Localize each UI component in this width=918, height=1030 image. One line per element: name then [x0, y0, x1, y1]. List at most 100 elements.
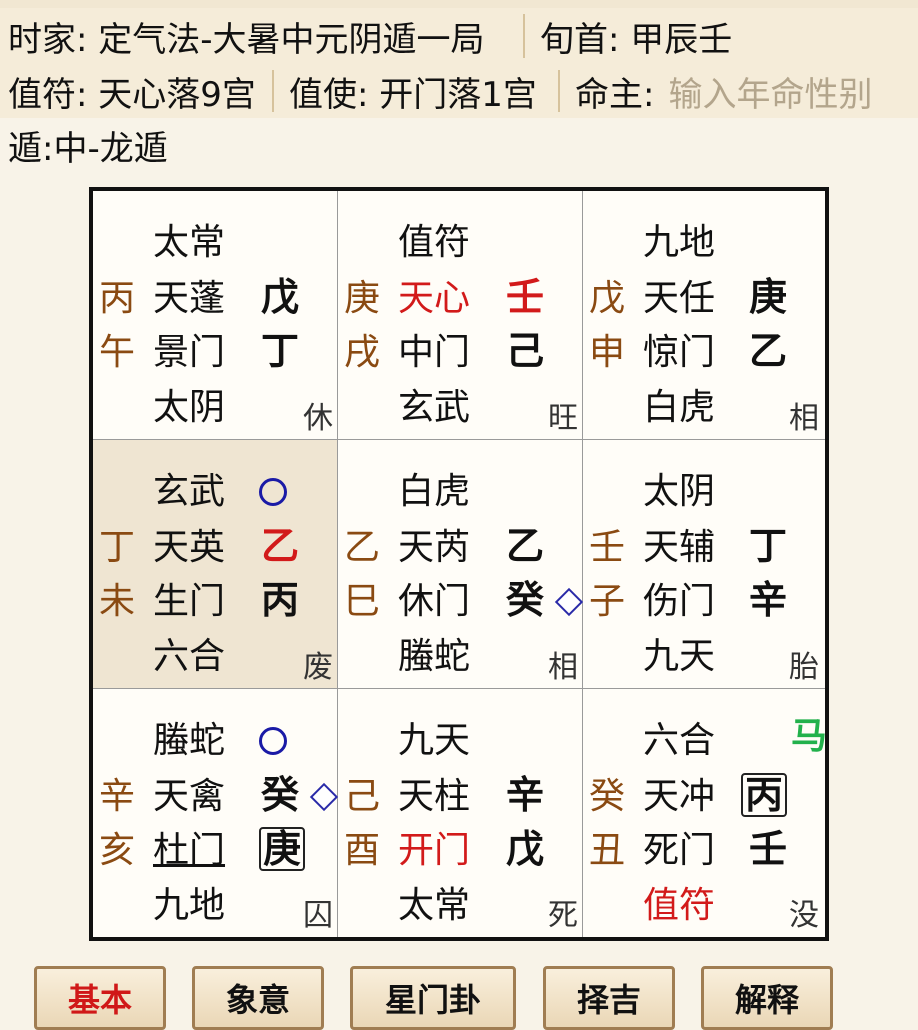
deity: 玄武 [398, 387, 471, 428]
heaven-stem: 辛 [506, 773, 545, 817]
ground-branch: 酉 [344, 830, 381, 871]
god: 值符 [398, 222, 471, 263]
heaven-stem: 丁 [749, 524, 788, 568]
door: 死门 [643, 830, 716, 871]
mingzhu-field[interactable]: 命主: 输入年命性别 [575, 64, 872, 118]
tab-basic[interactable]: 基本 [34, 966, 166, 1030]
palace-li[interactable]: 值符 庚 天心 壬 戌 中门 己 玄武 旺 [338, 191, 583, 440]
state-label: 死 [548, 898, 578, 933]
ground-branch: 戌 [344, 332, 381, 373]
palace-xun[interactable]: 太常 丙 天蓬 戊 午 景门 丁 太阴 休 [93, 191, 338, 440]
ground-stem: 庚 [344, 278, 381, 319]
god: 螣蛇 [153, 720, 226, 761]
star: 天蓬 [153, 278, 226, 319]
ground-stem: 癸 [589, 776, 626, 817]
deity: 螣蛇 [398, 636, 471, 677]
door: 杜门 [153, 830, 226, 871]
empty-circle-icon [259, 727, 287, 755]
earth-stem: 庚 [259, 827, 306, 871]
ground-branch: 亥 [99, 830, 136, 871]
star: 天柱 [398, 776, 471, 817]
heaven-stem: 乙 [261, 524, 300, 568]
ground-branch: 申 [589, 332, 626, 373]
deity: 太常 [398, 885, 471, 926]
heaven-stem: 癸 [261, 773, 300, 817]
earth-stem: 癸 [506, 578, 545, 622]
state-label: 相 [548, 650, 578, 685]
god: 太常 [153, 222, 226, 263]
heaven-stem: 乙 [506, 524, 545, 568]
earth-stem: 乙 [749, 329, 788, 373]
tab-explain[interactable]: 解释 [701, 966, 833, 1030]
divider [272, 70, 274, 112]
earth-stem: 己 [506, 329, 545, 373]
door: 开门 [398, 830, 471, 871]
ground-stem: 丙 [99, 278, 136, 319]
shijia-text: 时家: 定气法-大暑中元阴遁一局 [8, 19, 485, 60]
qimen-palace-grid: 太常 丙 天蓬 戊 午 景门 丁 太阴 休 值符 庚 天心 壬 戌 中门 己 玄… [89, 187, 829, 941]
star: 天心 [398, 278, 471, 319]
earth-stem: 丙 [261, 578, 300, 622]
state-label: 休 [303, 401, 333, 436]
deity: 太阴 [153, 387, 226, 428]
earth-stem: 戊 [506, 827, 545, 871]
heaven-stem: 壬 [506, 275, 545, 319]
zhishi-text: 值使: 开门落1宫 [289, 74, 537, 115]
dun-text: 遁:中-龙遁 [8, 128, 168, 169]
horse-marker: 马 [791, 716, 828, 757]
zhifu-text: 值符: 天心落9宫 [8, 74, 256, 115]
state-label: 废 [303, 650, 333, 685]
star: 天任 [643, 278, 716, 319]
palace-qian[interactable]: 马 六合 癸 天冲 丙 丑 死门 壬 值符 没 [583, 689, 828, 937]
earth-stem: 辛 [749, 578, 788, 622]
god: 白虎 [398, 471, 471, 512]
tab-star-door-gua[interactable]: 星门卦 [350, 966, 516, 1030]
palace-center[interactable]: 白虎 乙 天芮 乙 巳 休门 癸 螣蛇 相 [338, 440, 584, 689]
palace-kan[interactable]: 九天 己 天柱 辛 酉 开门 戊 太常 死 [338, 689, 583, 937]
god: 玄武 [153, 471, 226, 512]
header-row-1: 时家: 定气法-大暑中元阴遁一局 旬首: 甲辰壬 [0, 8, 918, 66]
ground-branch: 子 [589, 581, 626, 622]
palace-zhen[interactable]: 玄武 丁 天英 乙 未 生门 丙 六合 废 [93, 440, 338, 689]
state-label: 胎 [789, 650, 819, 685]
deity: 值符 [643, 885, 716, 926]
palace-kun[interactable]: 九地 戊 天任 庚 申 惊门 乙 白虎 相 [583, 191, 825, 440]
palace-gen[interactable]: 螣蛇 辛 天禽 癸 亥 杜门 庚 九地 囚 [93, 689, 339, 937]
diamond-marker-icon [554, 587, 584, 617]
state-label: 旺 [548, 401, 578, 436]
header-row-3: 遁:中-龙遁 [0, 118, 918, 172]
ground-stem: 己 [344, 776, 381, 817]
door: 中门 [398, 332, 471, 373]
star: 天禽 [153, 776, 226, 817]
palace-dui[interactable]: 太阴 壬 天辅 丁 子 伤门 辛 九天 胎 [583, 440, 825, 689]
tab-meaning[interactable]: 象意 [192, 966, 324, 1030]
god: 太阴 [643, 471, 716, 512]
god: 六合 [643, 720, 716, 761]
ground-branch: 未 [99, 581, 136, 622]
ground-branch: 丑 [589, 830, 626, 871]
header-row-2: 值符: 天心落9宫 值使: 开门落1宫 命主: 输入年命性别 [0, 64, 918, 120]
star: 天冲 [643, 776, 716, 817]
door: 生门 [153, 581, 226, 622]
door: 伤门 [643, 581, 716, 622]
heaven-stem: 丙 [741, 773, 788, 817]
earth-stem: 壬 [749, 827, 788, 871]
state-label: 相 [789, 401, 819, 436]
state-label: 囚 [303, 898, 333, 933]
diamond-marker-icon [309, 782, 339, 812]
deity: 六合 [153, 636, 226, 677]
deity: 九地 [153, 885, 226, 926]
deity: 白虎 [643, 387, 716, 428]
deity: 九天 [643, 636, 716, 677]
ground-stem: 辛 [99, 776, 136, 817]
ground-stem: 壬 [589, 527, 626, 568]
mingzhu-input-placeholder[interactable]: 输入年命性别 [668, 67, 872, 116]
earth-stem: 丁 [261, 329, 300, 373]
heaven-stem: 戊 [261, 275, 300, 319]
state-label: 没 [789, 898, 819, 933]
star: 天英 [153, 527, 226, 568]
divider [558, 70, 560, 112]
god: 九地 [643, 222, 716, 263]
tab-auspicious[interactable]: 择吉 [543, 966, 675, 1030]
god: 九天 [398, 720, 471, 761]
